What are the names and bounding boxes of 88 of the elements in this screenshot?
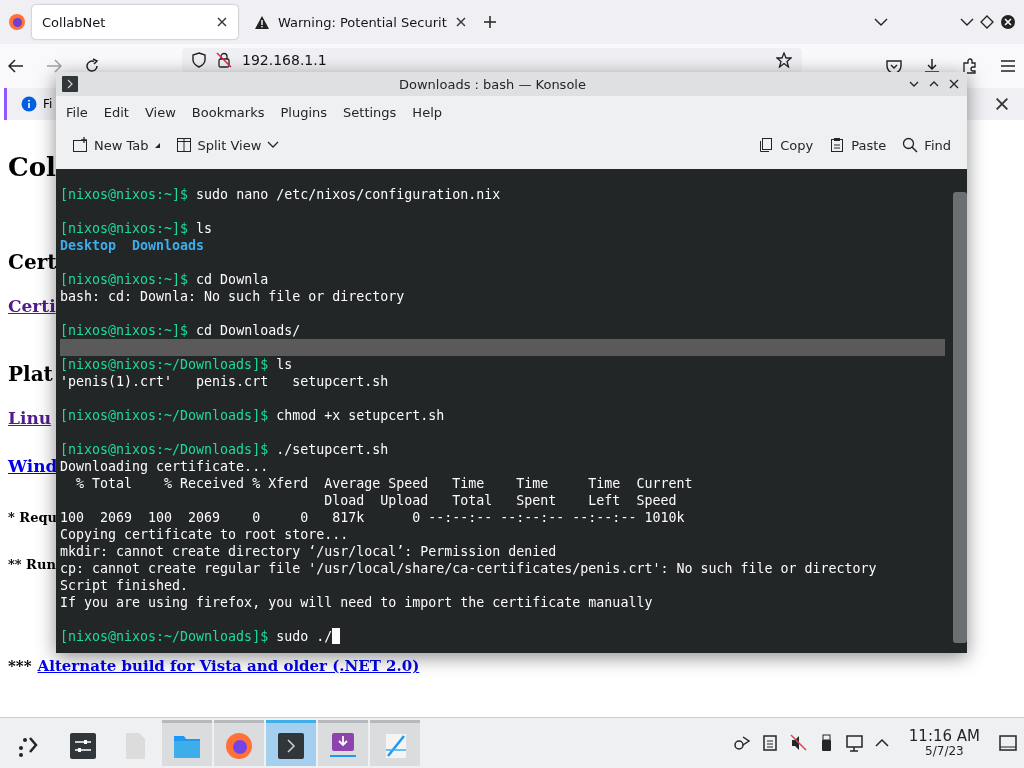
output-line: cp: cannot create regular file '/usr/local/share/ca-certificates/penis.crt': No such file or directory: [60, 560, 878, 577]
page-link[interactable]: Wind: [8, 456, 58, 476]
page-link[interactable]: Linu: [8, 408, 52, 428]
pocket-icon[interactable]: [886, 58, 902, 74]
output-line: Script finished.: [60, 577, 190, 594]
url-text: 192.168.1.1: [242, 52, 327, 68]
section-heading: Plat: [8, 362, 53, 386]
notification-text: Fi: [43, 97, 53, 111]
output-line: % Total % Received % Xferd Average Speed Time Time Time Current: [75, 475, 694, 492]
show-desktop-icon[interactable]: [998, 733, 1018, 753]
chevron-down-icon: [267, 141, 280, 149]
menu-item[interactable]: Settings: [337, 102, 403, 123]
toolbar-button[interactable]: Paste: [821, 133, 895, 157]
new-tab-icon[interactable]: [482, 15, 497, 29]
footnote-text: ** Run: [8, 557, 56, 572]
diamond-icon[interactable]: [980, 15, 994, 29]
menu-item[interactable]: View: [138, 102, 182, 123]
tab-list-icon[interactable]: [874, 17, 888, 27]
command-line: [nixos@nixos:~/Downloads]$ ./setupcert.sh: [60, 441, 389, 458]
clipboard-icon[interactable]: [760, 733, 779, 753]
search-icon: [902, 137, 919, 153]
shield-icon[interactable]: [192, 52, 206, 68]
info-icon: [21, 96, 37, 112]
copy-icon: [758, 137, 775, 153]
broken-lock-icon[interactable]: [216, 52, 232, 68]
output-line: bash: cd: Downla: No such file or directory: [60, 288, 406, 305]
close-icon[interactable]: [1000, 14, 1016, 30]
scrollbar-thumb[interactable]: [953, 192, 967, 643]
command-line: [nixos@nixos:~]$ sudo nano /etc/nixos/configuration.nix: [60, 186, 501, 203]
menu-item[interactable]: Bookmarks: [185, 102, 271, 123]
menu-item[interactable]: Help: [406, 102, 448, 123]
footnote-text: * Requ: [8, 510, 57, 525]
menu-item[interactable]: Plugins: [274, 102, 334, 123]
close-icon[interactable]: [947, 77, 961, 91]
directory-name: Downloads: [132, 237, 205, 254]
address-bar[interactable]: 192.168.1.1: [182, 48, 802, 72]
reload-icon[interactable]: [84, 58, 100, 74]
page-link[interactable]: Alternate build for Vista and older (.NET 2.0): [37, 657, 420, 675]
clock-time: 11:16 AM: [908, 728, 980, 745]
terminal-icon: [62, 76, 78, 92]
output-line: If you are using firefox, you will need to import the certificate manually: [60, 594, 654, 611]
toolbar-button[interactable]: Copy: [750, 133, 822, 157]
output-line: Copying certificate to root store...: [60, 526, 350, 543]
download-icon[interactable]: [924, 58, 940, 74]
output-line: 'penis(1).crt' penis.crt setupcert.sh: [60, 373, 390, 390]
wired-network-icon[interactable]: [844, 733, 863, 753]
back-icon[interactable]: [8, 59, 24, 73]
window-title: Downloads : bash — Konsole: [398, 76, 587, 92]
footnote-mark: ***: [8, 657, 32, 675]
toolbar-button[interactable]: Find: [894, 133, 959, 157]
network-icon[interactable]: [732, 733, 751, 753]
command-line: [nixos@nixos:~]$ cd Downla: [60, 271, 269, 288]
warning-icon: [254, 14, 270, 30]
new-tab-icon: [72, 137, 88, 153]
close-icon[interactable]: [994, 96, 1010, 112]
clock[interactable]: 11:16 AM 5/7/23: [908, 728, 980, 758]
puzzle-icon[interactable]: [962, 58, 978, 74]
command-line: [nixos@nixos:~/Downloads]$ ls: [60, 356, 293, 373]
output-line: 100 2069 100 2069 0 0 817k 0 --:--:-- --:--:-- --:--:-- 1010k: [60, 509, 686, 526]
clock-date: 5/7/23: [925, 744, 964, 758]
page-link[interactable]: Certi: [8, 296, 56, 316]
menu-item[interactable]: File: [60, 102, 94, 123]
output-line: Downloading certificate...: [60, 458, 270, 475]
section-heading: Cert: [8, 250, 57, 274]
toolbar-button[interactable]: New Tab: [64, 133, 168, 157]
command-line: [nixos@nixos:~]$ ls: [60, 220, 213, 237]
task-button[interactable]: [266, 720, 316, 766]
output-line: Dload Upload Total Spent Left Speed: [323, 492, 678, 509]
split-view-icon: [175, 137, 192, 153]
browser-tab[interactable]: CollabNet: [32, 5, 238, 39]
browser-tab[interactable]: Warning: Potential Securit: [244, 5, 477, 39]
toolbar-button[interactable]: Split View: [167, 133, 288, 157]
close-icon[interactable]: [454, 16, 467, 28]
browser-logo-icon: [8, 13, 26, 31]
dropdown-indicator-icon: [154, 142, 160, 148]
page-heading: Col: [8, 152, 56, 182]
menu-icon[interactable]: [1000, 59, 1016, 73]
bookmark-star-icon[interactable]: [776, 52, 792, 68]
chevron-down-icon[interactable]: [960, 17, 974, 27]
directory-name: Desktop: [60, 237, 117, 254]
close-icon[interactable]: [216, 16, 228, 28]
menu-item[interactable]: Edit: [97, 102, 135, 123]
command-line: [nixos@nixos:~/Downloads]$ sudo ./: [60, 628, 333, 645]
clipboard-icon: [829, 137, 846, 153]
output-line: mkdir: cannot create directory ‘/usr/local’: Permission denied: [60, 543, 558, 560]
muted-speaker-icon[interactable]: [788, 733, 807, 753]
command-line: [nixos@nixos:~/Downloads]$ chmod +x setupcert.sh: [60, 407, 445, 424]
command-line: [nixos@nixos:~]$ cd Downloads/: [60, 322, 301, 339]
